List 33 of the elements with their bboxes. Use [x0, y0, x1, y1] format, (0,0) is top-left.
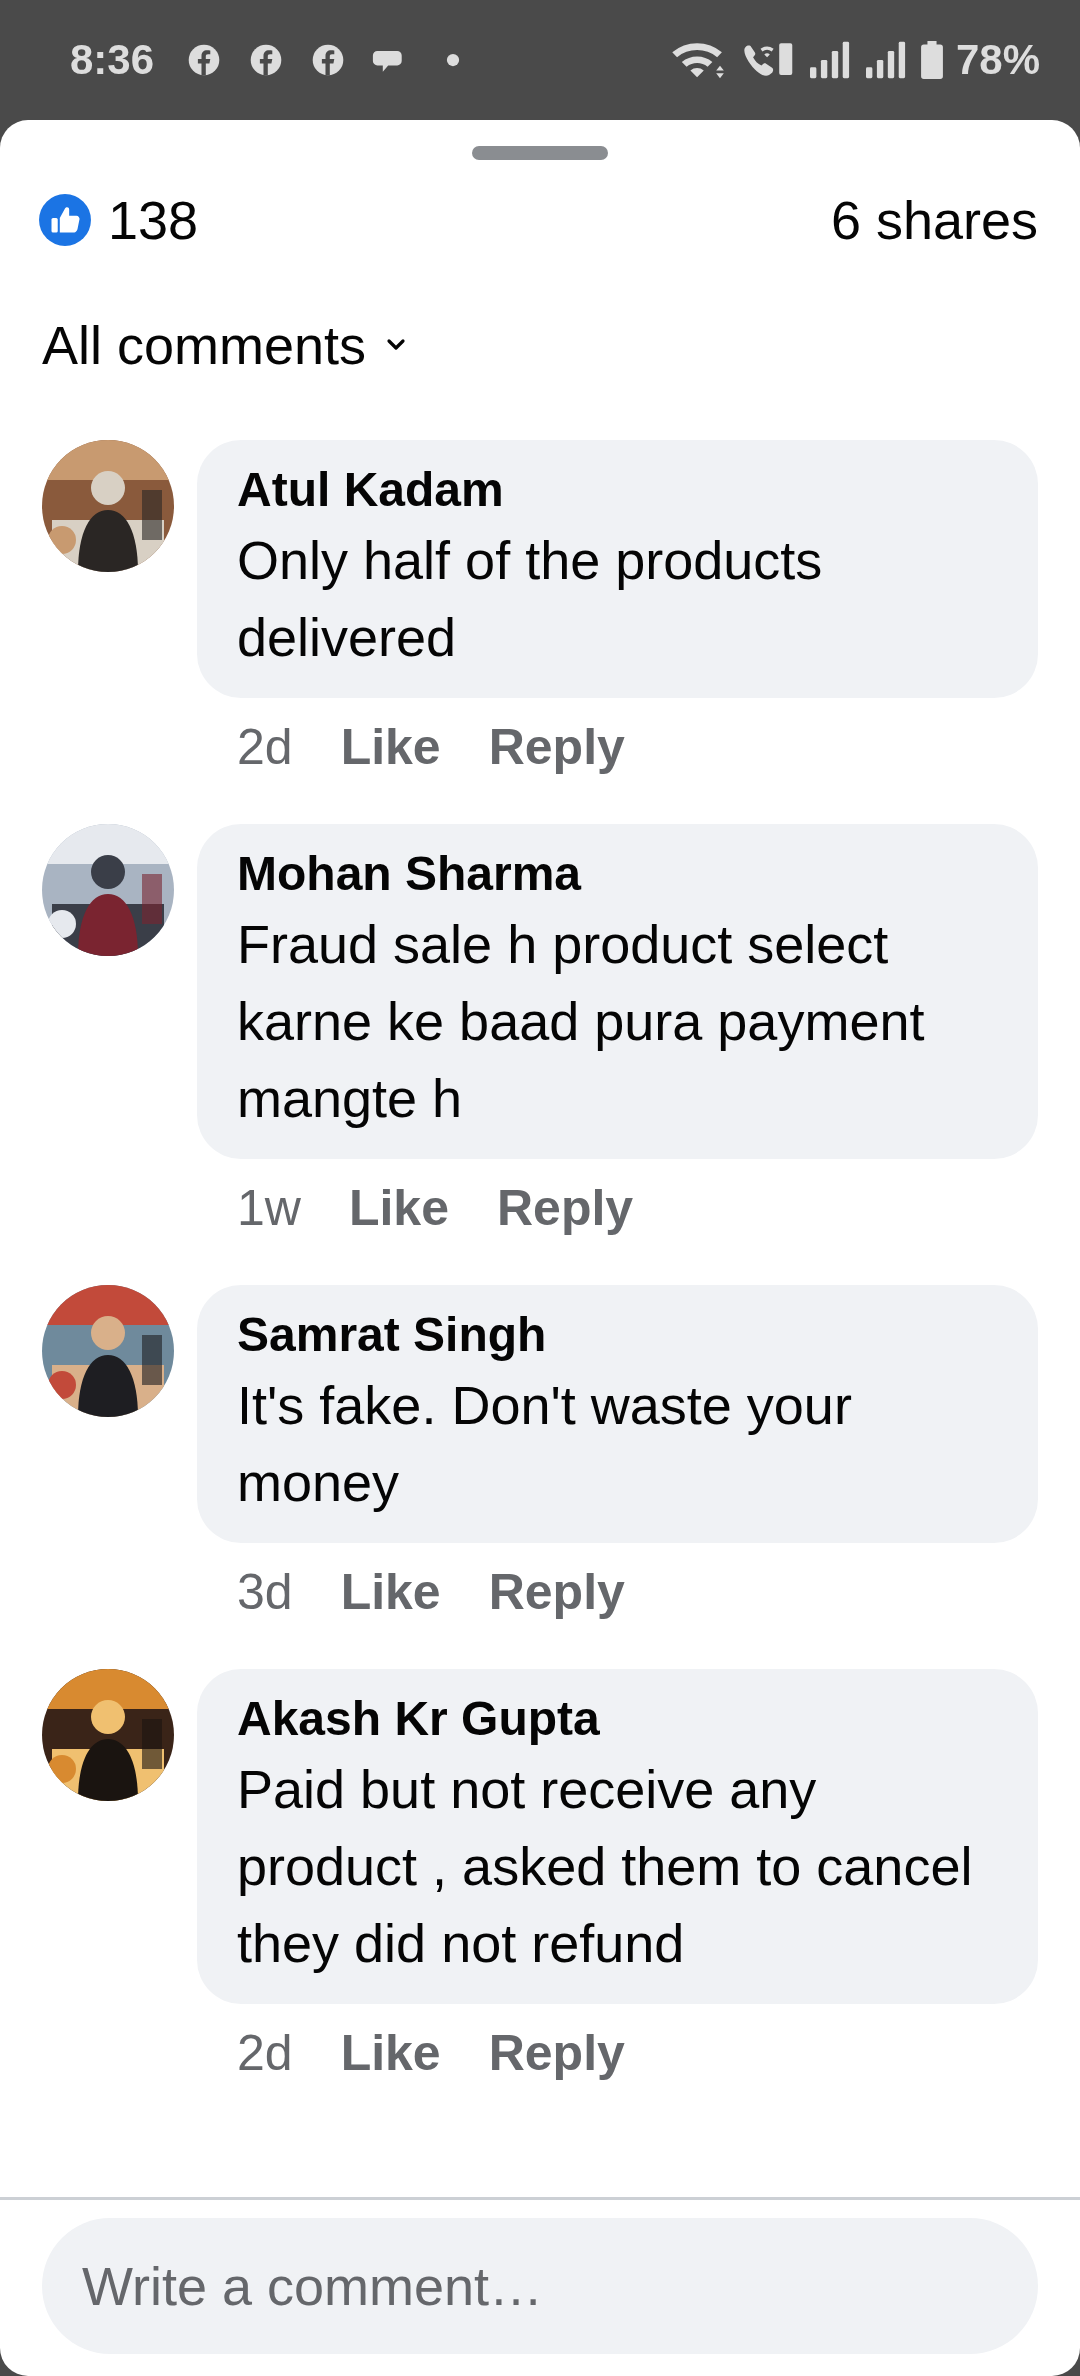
share-count[interactable]: 6 shares [830, 189, 1038, 251]
like-button[interactable]: Like [340, 718, 441, 776]
reply-button[interactable]: Reply [488, 1563, 625, 1621]
comment-author[interactable]: Samrat Singh [237, 1303, 998, 1367]
comment-text: It's fake. Don't waste your money [237, 1374, 853, 1514]
reaction-count[interactable]: 138 [108, 189, 199, 251]
comment-filter-dropdown[interactable]: All comments [42, 310, 407, 380]
drag-handle[interactable] [472, 146, 608, 160]
comment-time[interactable]: 1w [237, 1179, 301, 1237]
like-button[interactable]: Like [348, 1179, 449, 1237]
comment-input-field[interactable]: Write a comment… [42, 2218, 1038, 2354]
notification-dot-icon [446, 53, 461, 67]
comment-text: Only half of the products delivered [237, 529, 824, 669]
battery-percentage: 78% [955, 36, 1040, 84]
comment-time[interactable]: 2d [237, 718, 293, 776]
like-button[interactable]: Like [340, 1563, 441, 1621]
comment-text: Fraud sale h product select karne ke baad pura payment mangte h [237, 913, 926, 1130]
status-time: 8:36 [70, 36, 155, 84]
chevron-down-icon [386, 338, 407, 352]
comment-author[interactable]: Mohan Sharma [237, 842, 998, 906]
comment-text: Paid but not receive any product , asked them to cancel they did not refund [237, 1758, 974, 1975]
like-button[interactable]: Like [340, 2024, 441, 2082]
reply-button[interactable]: Reply [488, 2024, 625, 2082]
reply-button[interactable]: Reply [497, 1179, 634, 1237]
battery-icon [919, 40, 944, 80]
comment-time[interactable]: 2d [237, 2024, 293, 2082]
signal-icon [807, 40, 852, 80]
comment-author[interactable]: Atul Kadam [237, 458, 998, 522]
like-icon [38, 193, 92, 247]
comment-author[interactable]: Akash Kr Gupta [237, 1687, 998, 1751]
comment-time[interactable]: 3d [237, 1563, 293, 1621]
reply-button[interactable]: Reply [488, 718, 625, 776]
signal-icon [863, 40, 908, 80]
